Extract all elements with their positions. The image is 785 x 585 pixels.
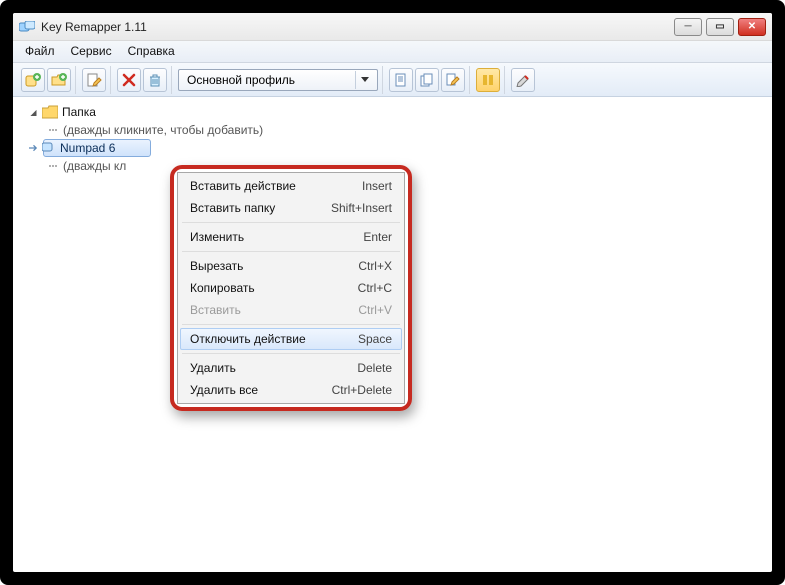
tree-item-hint: (дважды кл — [63, 159, 126, 173]
context-menu-item[interactable]: Удалить все Ctrl+Delete — [180, 379, 402, 401]
context-menu: Вставить действие Insert Вставить папку Shi… — [177, 172, 405, 404]
edit-button[interactable] — [82, 68, 106, 92]
context-menu-separator — [182, 324, 400, 325]
context-menu-item-shortcut: Ctrl+Delete — [332, 383, 392, 397]
context-menu-item-shortcut: Space — [358, 332, 392, 346]
profile-select[interactable]: Основной профиль — [178, 69, 378, 91]
key-icon — [42, 141, 56, 155]
context-menu-item-label: Отключить действие — [190, 332, 306, 346]
chevron-down-icon — [355, 71, 373, 89]
context-menu-item-shortcut: Delete — [357, 361, 392, 375]
folder-icon — [42, 105, 58, 119]
edit-profile-button[interactable] — [441, 68, 465, 92]
add-folder-button[interactable] — [47, 68, 71, 92]
context-menu-item-label: Копировать — [190, 281, 255, 295]
menu-file[interactable]: Файл — [17, 41, 63, 62]
context-menu-item-label: Вставить папку — [190, 201, 275, 215]
maximize-button[interactable]: ▭ — [706, 18, 734, 36]
context-menu-item-shortcut: Ctrl+X — [358, 259, 392, 273]
context-menu-item[interactable]: Удалить Delete — [180, 357, 402, 379]
new-profile-button[interactable] — [389, 68, 413, 92]
context-menu-item-shortcut: Enter — [363, 230, 392, 244]
tree-folder-row[interactable]: ◢ Папка — [23, 103, 762, 121]
tree-item-label: Numpad 6 — [60, 141, 115, 155]
menu-service[interactable]: Сервис — [63, 41, 120, 62]
context-menu-item-label: Удалить — [190, 361, 236, 375]
context-menu-separator — [182, 353, 400, 354]
tree-folder-hint-row[interactable]: (дважды кликните, чтобы добавить) — [23, 121, 762, 139]
context-menu-item[interactable]: Вставить папку Shift+Insert — [180, 197, 402, 219]
tree-folder-hint: (дважды кликните, чтобы добавить) — [63, 123, 263, 137]
context-menu-item-shortcut: Ctrl+C — [358, 281, 392, 295]
context-menu-item-shortcut: Ctrl+V — [358, 303, 392, 317]
context-menu-item: Вставить Ctrl+V — [180, 299, 402, 321]
delete-all-button[interactable] — [143, 68, 167, 92]
settings-button[interactable] — [511, 68, 535, 92]
tree-item-row[interactable]: Numpad 6 — [23, 139, 762, 157]
delete-button[interactable] — [117, 68, 141, 92]
context-menu-highlight: Вставить действие Insert Вставить папку Shi… — [170, 165, 412, 411]
collapse-icon[interactable]: ◢ — [29, 108, 38, 117]
context-menu-item-label: Удалить все — [190, 383, 258, 397]
context-menu-separator — [182, 222, 400, 223]
copy-profile-button[interactable] — [415, 68, 439, 92]
add-action-button[interactable] — [21, 68, 45, 92]
context-menu-item-shortcut: Shift+Insert — [331, 201, 392, 215]
profile-selected-label: Основной профиль — [187, 73, 295, 87]
minimize-button[interactable]: ─ — [674, 18, 702, 36]
context-menu-item[interactable]: Вырезать Ctrl+X — [180, 255, 402, 277]
context-menu-item-label: Вставить действие — [190, 179, 296, 193]
pause-button[interactable] — [476, 68, 500, 92]
context-menu-item[interactable]: Копировать Ctrl+C — [180, 277, 402, 299]
dotted-expander-icon — [47, 160, 59, 172]
close-button[interactable]: ✕ — [738, 18, 766, 36]
context-menu-item-label: Вырезать — [190, 259, 243, 273]
context-menu-item-shortcut: Insert — [362, 179, 392, 193]
context-menu-item[interactable]: Изменить Enter — [180, 226, 402, 248]
toolbar: Основной профиль — [13, 63, 772, 97]
titlebar: Key Remapper 1.11 ─ ▭ ✕ — [13, 13, 772, 41]
context-menu-item[interactable]: Вставить действие Insert — [180, 175, 402, 197]
menu-help[interactable]: Справка — [120, 41, 183, 62]
arrow-icon — [29, 144, 38, 153]
context-menu-item[interactable]: Отключить действие Space — [180, 328, 402, 350]
context-menu-separator — [182, 251, 400, 252]
context-menu-item-label: Изменить — [190, 230, 244, 244]
tree-folder-label: Папка — [62, 105, 96, 119]
window-title: Key Remapper 1.11 — [41, 20, 147, 34]
context-menu-item-label: Вставить — [190, 303, 241, 317]
menubar: Файл Сервис Справка — [13, 41, 772, 63]
app-icon — [19, 21, 35, 33]
dotted-expander-icon — [47, 124, 59, 136]
